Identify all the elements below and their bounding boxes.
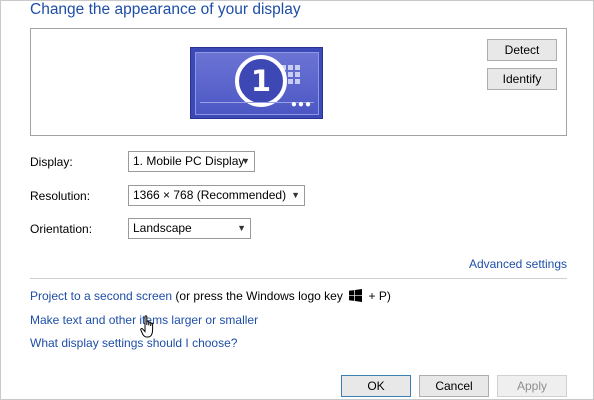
monitor-number-badge: 1	[235, 55, 287, 107]
ok-button[interactable]: OK	[341, 375, 411, 397]
display-select[interactable]: 1. Mobile PC Display ▼	[128, 151, 255, 172]
divider	[30, 278, 567, 279]
display-label: Display:	[30, 155, 73, 169]
detect-button[interactable]: Detect	[487, 39, 557, 61]
resolution-select-value: 1366 × 768 (Recommended)	[133, 188, 287, 202]
resolution-select[interactable]: 1366 × 768 (Recommended) ▼	[128, 185, 305, 206]
identify-button[interactable]: Identify	[487, 68, 557, 90]
display-preview-area: 1 ●●● Detect Identify	[30, 28, 567, 136]
monitor-1-tile[interactable]: 1 ●●●	[190, 47, 323, 119]
advanced-settings-link[interactable]: Advanced settings	[469, 257, 567, 271]
chevron-down-icon: ▼	[237, 223, 246, 233]
cancel-button[interactable]: Cancel	[419, 375, 489, 397]
project-second-screen-link[interactable]: Project to a second screen	[30, 289, 172, 303]
apply-button[interactable]: Apply	[497, 375, 567, 397]
project-hint-text: (or press the Windows logo key	[175, 289, 343, 303]
orientation-select[interactable]: Landscape ▼	[128, 218, 251, 239]
orientation-label: Orientation:	[30, 222, 93, 236]
display-settings-help-link[interactable]: What display settings should I choose?	[30, 336, 237, 350]
orientation-select-value: Landscape	[133, 221, 192, 235]
chevron-down-icon: ▼	[241, 156, 250, 166]
page-title: Change the appearance of your display	[30, 1, 301, 18]
hand-pointer-icon	[140, 315, 158, 339]
project-hint-suffix: + P)	[368, 289, 391, 303]
taskbar-dots: ●●●	[290, 99, 312, 110]
resolution-label: Resolution:	[30, 189, 91, 203]
chevron-down-icon: ▼	[291, 190, 300, 200]
project-row: Project to a second screen (or press the…	[30, 289, 391, 303]
display-select-value: 1. Mobile PC Display	[133, 154, 245, 168]
windows-logo-icon	[349, 289, 363, 302]
monitor-screen: 1 ●●●	[195, 52, 319, 115]
